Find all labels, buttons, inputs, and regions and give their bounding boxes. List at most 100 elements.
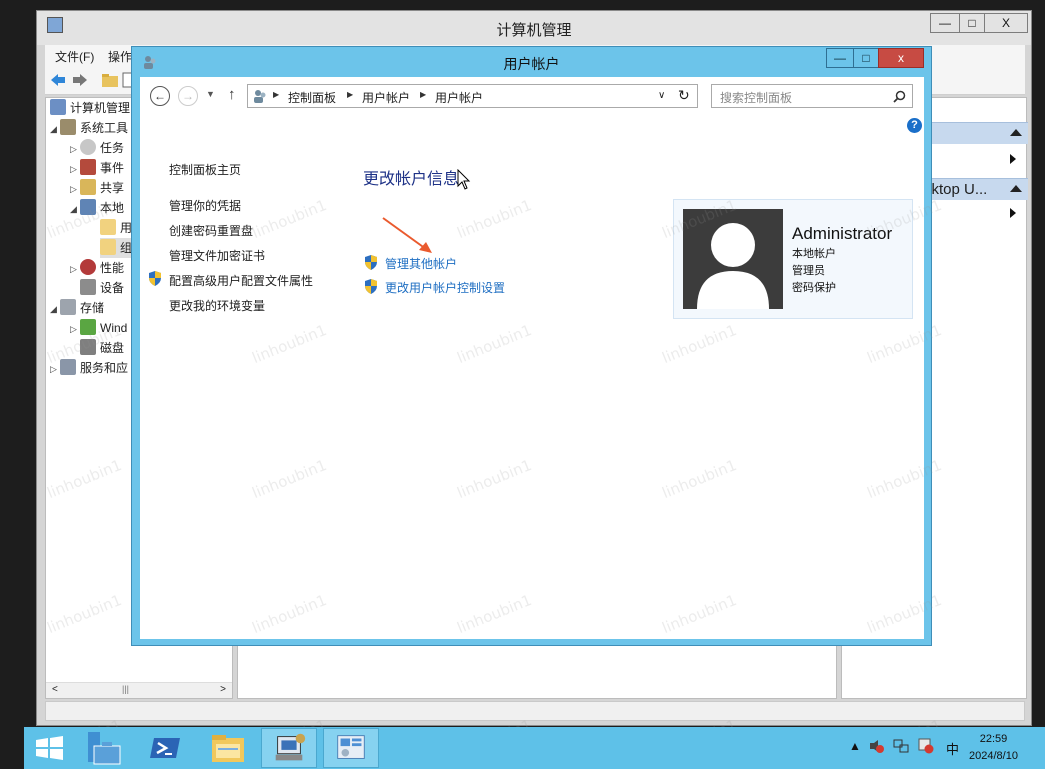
- help-icon[interactable]: ?: [907, 118, 922, 133]
- breadcrumb-item[interactable]: 用户帐户: [362, 89, 410, 106]
- link-change-environment-variables[interactable]: 更改我的环境变量: [169, 297, 265, 314]
- address-bar[interactable]: ▶ 控制面板 ▶ 用户帐户 ▶ 用户帐户 ∨ ↻: [247, 84, 698, 108]
- scroll-left-icon[interactable]: <: [52, 684, 58, 695]
- scroll-right-icon[interactable]: >: [220, 684, 226, 695]
- speaker-muted-icon[interactable]: [868, 738, 884, 754]
- breadcrumb-separator-icon[interactable]: ▶: [347, 90, 353, 99]
- collapse-arrow-icon[interactable]: [1010, 185, 1022, 192]
- horizontal-scrollbar[interactable]: < ||| >: [46, 682, 232, 698]
- search-icon[interactable]: [893, 90, 906, 103]
- more-actions-arrow-icon[interactable]: [1010, 154, 1016, 164]
- link-create-reset-disk[interactable]: 创建密码重置盘: [169, 222, 253, 239]
- content-area: ← → ▼ ↑ ▶ 控制面板 ▶ 用户帐户 ▶ 用户帐户 ∨ ↻ 搜索控制面板 …: [140, 77, 924, 639]
- folder-icon: [100, 219, 116, 235]
- link-manage-encryption-certs[interactable]: 管理文件加密证书: [169, 247, 265, 264]
- title-bar[interactable]: 计算机管理 — □ X: [37, 11, 1031, 45]
- expanded-arrow-icon[interactable]: ◢: [70, 199, 80, 219]
- breadcrumb-item[interactable]: 用户帐户: [435, 89, 483, 106]
- collapsed-arrow-icon[interactable]: ▷: [70, 179, 80, 199]
- collapsed-arrow-icon[interactable]: ▷: [70, 319, 80, 339]
- expanded-arrow-icon[interactable]: ◢: [50, 299, 60, 319]
- backup-icon: [80, 319, 96, 335]
- minimize-button[interactable]: —: [930, 13, 960, 33]
- account-type: 本地帐户: [792, 248, 836, 260]
- tree-item-performance[interactable]: ▷ 性能: [70, 258, 124, 278]
- link-manage-other-accounts[interactable]: 管理其他帐户: [385, 255, 457, 272]
- services-icon: [60, 359, 76, 375]
- clock-icon: [80, 139, 96, 155]
- collapsed-arrow-icon[interactable]: ▷: [70, 139, 80, 159]
- chevron-down-icon[interactable]: ∨: [658, 90, 665, 101]
- link-change-uac-settings[interactable]: 更改用户帐户控制设置: [385, 279, 505, 296]
- back-button[interactable]: ←: [150, 86, 170, 106]
- collapsed-arrow-icon[interactable]: ▷: [70, 159, 80, 179]
- forward-arrow-icon[interactable]: [71, 72, 89, 88]
- breadcrumb-item[interactable]: 控制面板: [288, 89, 336, 106]
- scroll-thumb-icon[interactable]: |||: [122, 684, 129, 694]
- control-panel-icon[interactable]: [323, 728, 379, 768]
- recent-locations-icon[interactable]: ▼: [206, 89, 215, 99]
- tree-item-users[interactable]: 用: [100, 218, 132, 238]
- tree-item-services[interactable]: ▷ 服务和应: [50, 358, 128, 378]
- menu-file[interactable]: 文件(F): [55, 48, 94, 65]
- ime-indicator[interactable]: 中: [946, 739, 959, 758]
- tree-item-storage[interactable]: ◢ 存储: [50, 298, 104, 318]
- uac-shield-icon: [365, 255, 377, 270]
- link-advanced-profile-properties[interactable]: 配置高级用户配置文件属性: [169, 272, 313, 289]
- refresh-icon[interactable]: ↻: [678, 87, 690, 104]
- action-center-alert-icon[interactable]: [918, 738, 934, 754]
- more-actions-arrow-icon[interactable]: [1010, 208, 1016, 218]
- collapsed-arrow-icon[interactable]: ▷: [50, 359, 60, 379]
- powershell-icon[interactable]: [138, 728, 194, 768]
- tree-item-windows-backup[interactable]: ▷ Wind: [70, 318, 127, 338]
- tree-item-event-viewer[interactable]: ▷ 事件: [70, 158, 124, 178]
- search-input[interactable]: 搜索控制面板: [711, 84, 913, 108]
- forward-button[interactable]: →: [178, 86, 198, 106]
- tools-icon: [60, 119, 76, 135]
- back-arrow-icon[interactable]: [49, 72, 67, 88]
- tree-item-disk-management[interactable]: 磁盘: [80, 338, 124, 358]
- maximize-button[interactable]: □: [853, 48, 879, 68]
- up-arrow-icon[interactable]: ↑: [228, 86, 236, 103]
- file-explorer-icon[interactable]: [200, 728, 256, 768]
- network-icon[interactable]: [893, 738, 909, 754]
- breadcrumb-separator-icon[interactable]: ▶: [420, 90, 426, 99]
- collapse-arrow-icon[interactable]: [1010, 129, 1022, 136]
- storage-icon: [60, 299, 76, 315]
- tree-item-device-manager[interactable]: 设备: [80, 278, 124, 298]
- title-bar[interactable]: 用户帐户 — □ x: [132, 47, 931, 77]
- tree-item-computer-management[interactable]: 计算机管理: [50, 98, 130, 118]
- clock[interactable]: 22:59 2024/8/10: [969, 731, 1018, 765]
- control-panel-icon: [254, 90, 266, 103]
- maximize-button[interactable]: □: [959, 13, 985, 33]
- account-protection: 密码保护: [792, 282, 836, 294]
- tree-item-system-tools[interactable]: ◢ 系统工具: [50, 118, 128, 138]
- menu-action[interactable]: 操作: [108, 48, 132, 65]
- expanded-arrow-icon[interactable]: ◢: [50, 119, 60, 139]
- collapsed-arrow-icon[interactable]: ▷: [70, 259, 80, 279]
- window-title: 计算机管理: [496, 22, 572, 39]
- disk-icon: [80, 339, 96, 355]
- up-folder-icon[interactable]: [101, 72, 119, 88]
- link-control-panel-home[interactable]: 控制面板主页: [169, 161, 241, 178]
- tree-item-shared-folders[interactable]: ▷ 共享: [70, 178, 124, 198]
- tree-item-local-users[interactable]: ◢ 本地: [70, 198, 124, 218]
- performance-icon: [80, 259, 96, 275]
- server-manager-icon[interactable]: [76, 728, 132, 768]
- breadcrumb-separator-icon[interactable]: ▶: [273, 90, 279, 99]
- account-name: Administrator: [792, 224, 893, 243]
- taskbar: ▲ 中 22:59 2024/8/10: [24, 727, 1045, 769]
- close-button[interactable]: X: [984, 13, 1028, 33]
- show-hidden-icons[interactable]: ▲: [849, 739, 861, 753]
- annotation-arrow-icon: [382, 217, 432, 253]
- clock-date: 2024/8/10: [969, 750, 1018, 762]
- start-icon[interactable]: [26, 728, 82, 768]
- computer-management-icon[interactable]: [261, 728, 317, 768]
- close-button[interactable]: x: [878, 48, 924, 68]
- link-manage-credentials[interactable]: 管理你的凭据: [169, 197, 241, 214]
- link-change-account-info[interactable]: 更改帐户信息: [363, 165, 459, 189]
- tree-item-task-scheduler[interactable]: ▷ 任务: [70, 138, 124, 158]
- users-icon: [80, 199, 96, 215]
- window-title: 用户帐户: [503, 56, 560, 72]
- minimize-button[interactable]: —: [826, 48, 854, 68]
